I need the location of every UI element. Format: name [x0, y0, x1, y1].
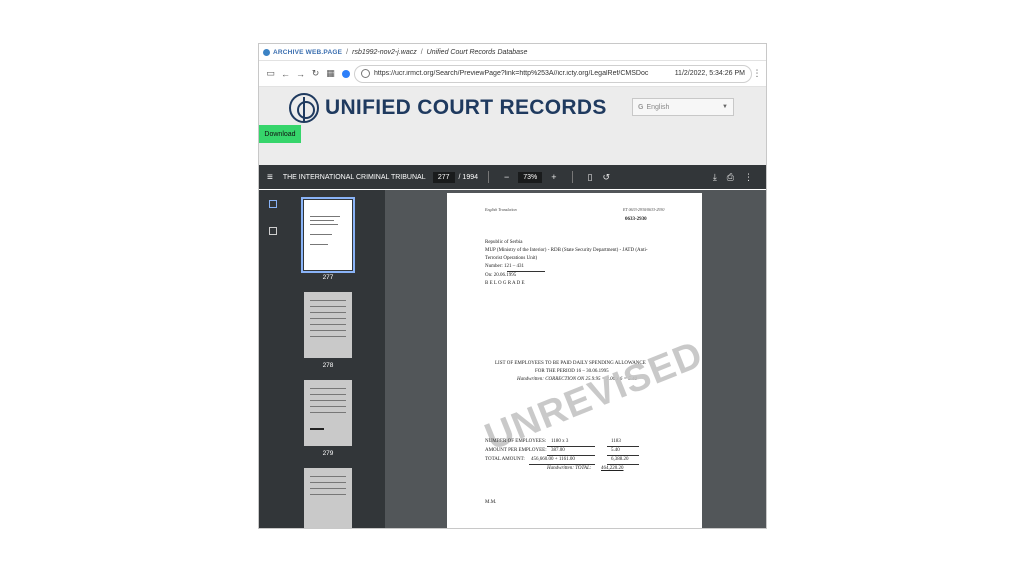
- outline-view-icon[interactable]: [269, 227, 277, 235]
- language-select[interactable]: G English ▼: [632, 98, 734, 116]
- download-button[interactable]: Download: [259, 125, 301, 143]
- language-value: English: [646, 103, 670, 111]
- un-emblem-icon: [289, 93, 319, 123]
- row-right: 6,388.20: [611, 457, 629, 462]
- print-icon[interactable]: ⎙: [727, 172, 734, 183]
- page-number-input[interactable]: 277: [432, 171, 455, 183]
- thumbnail-label: 277: [322, 274, 334, 281]
- doc-line: On: 20.06.1995: [485, 273, 517, 278]
- thumbnail-label: 278: [322, 362, 334, 369]
- zoom-in-button[interactable]: +: [551, 172, 556, 182]
- back-arrow-icon[interactable]: ←: [278, 66, 293, 81]
- row-value: 387.00: [551, 448, 565, 453]
- thumbnails-view-icon[interactable]: [269, 200, 277, 208]
- doc-number: 0633-2930: [625, 217, 647, 222]
- grid-icon[interactable]: ▦: [323, 66, 338, 81]
- thumbnail-page-277[interactable]: [301, 197, 355, 273]
- globe-icon[interactable]: [342, 69, 350, 78]
- page-total: / 1994: [458, 173, 478, 181]
- url-text: https://ucr.irmct.org/Search/PreviewPage…: [374, 70, 649, 77]
- url-field[interactable]: https://ucr.irmct.org/Search/PreviewPage…: [354, 64, 752, 83]
- doc-line: B E L O G R A D E: [485, 281, 525, 286]
- thumbnail-page-278[interactable]: [304, 292, 352, 358]
- reload-icon[interactable]: ↻: [308, 66, 323, 81]
- zoom-level-input[interactable]: 73%: [518, 171, 543, 183]
- header-left: English Translation: [485, 207, 517, 212]
- fit-page-icon[interactable]: ▯: [588, 172, 593, 183]
- stamp-initials: M.M.: [485, 500, 497, 505]
- zoom-out-button[interactable]: −: [504, 172, 509, 182]
- doc-line: Republic of Serbia: [485, 240, 523, 245]
- pdf-document-title: THE INTERNATIONAL CRIMINAL TRIBUNAL: [282, 173, 426, 181]
- thumbnail-label: 279: [322, 450, 334, 457]
- handwritten-total-label: Handwritten: TOTAL:: [547, 466, 592, 471]
- sidebar-rail: [259, 190, 287, 528]
- thumbnail-panel: 277 278 279: [287, 190, 385, 528]
- monitor-icon[interactable]: ▭: [263, 66, 278, 81]
- pdf-toolbar: ≡ THE INTERNATIONAL CRIMINAL TRIBUNAL 27…: [259, 165, 766, 189]
- archive-logo-icon: [263, 48, 270, 56]
- row-value: 456,660.00 + 1161.00: [531, 457, 575, 462]
- forward-arrow-icon[interactable]: →: [293, 66, 308, 81]
- title-bar: ARCHIVE WEB.PAGE / rsb1992-nov2-j.wacz /…: [259, 44, 766, 61]
- capture-timestamp: 11/2/2022, 5:34:26 PM: [674, 70, 745, 77]
- chevron-down-icon: ▼: [722, 104, 728, 110]
- site-title: UNIFIED COURT RECORDS: [325, 96, 607, 119]
- row-right: 5.40: [611, 448, 620, 453]
- doc-line: Terrorist Operations Unit): [485, 256, 538, 261]
- translate-icon: G: [638, 103, 644, 111]
- doc-line: Number: 121 – 431: [485, 264, 525, 269]
- pdf-viewer: 277 278 279 English Translation ET 0633-…: [259, 190, 766, 528]
- site-logo[interactable]: UNIFIED COURT RECORDS: [289, 93, 607, 123]
- address-bar: ▭ ← → ↻ ▦ https://ucr.irmct.org/Search/P…: [259, 61, 766, 87]
- archive-file-name: rsb1992-nov2-j.wacz: [352, 48, 417, 56]
- header-right: ET 0633-2930/0633-2930: [623, 207, 665, 212]
- archive-brand: ARCHIVE WEB.PAGE: [273, 48, 343, 56]
- row-label: TOTAL AMOUNT:: [485, 457, 525, 462]
- hamburger-menu-icon[interactable]: ≡: [267, 172, 273, 183]
- page-title: Unified Court Records Database: [426, 48, 528, 56]
- handwritten-total-value: 464,220.20: [601, 466, 624, 471]
- row-label: AMOUNT PER EMPLOYEE:: [485, 448, 547, 453]
- rotate-icon[interactable]: ↺: [603, 172, 611, 183]
- browser-window: ARCHIVE WEB.PAGE / rsb1992-nov2-j.wacz /…: [258, 43, 767, 529]
- site-info-icon[interactable]: [361, 69, 370, 78]
- thumbnail-page-280[interactable]: [304, 468, 352, 528]
- row-value: 1180 x 3: [551, 439, 569, 444]
- doc-line: MUP (Ministry of the Interior) - RDB (St…: [485, 248, 648, 253]
- pdf-page: English Translation ET 0633-2930/0633-29…: [447, 193, 709, 528]
- browser-menu-icon[interactable]: ⋮: [752, 68, 762, 79]
- row-right: 1183: [611, 439, 621, 444]
- download-icon[interactable]: ⤓: [713, 172, 717, 183]
- page-canvas[interactable]: English Translation ET 0633-2930/0633-29…: [385, 190, 766, 528]
- site-header: UNIFIED COURT RECORDS G English ▼ Downlo…: [259, 87, 766, 165]
- row-label: NUMBER OF EMPLOYEES:: [485, 439, 547, 444]
- thumbnail-page-279[interactable]: [304, 380, 352, 446]
- more-options-icon[interactable]: ⋮: [744, 172, 753, 183]
